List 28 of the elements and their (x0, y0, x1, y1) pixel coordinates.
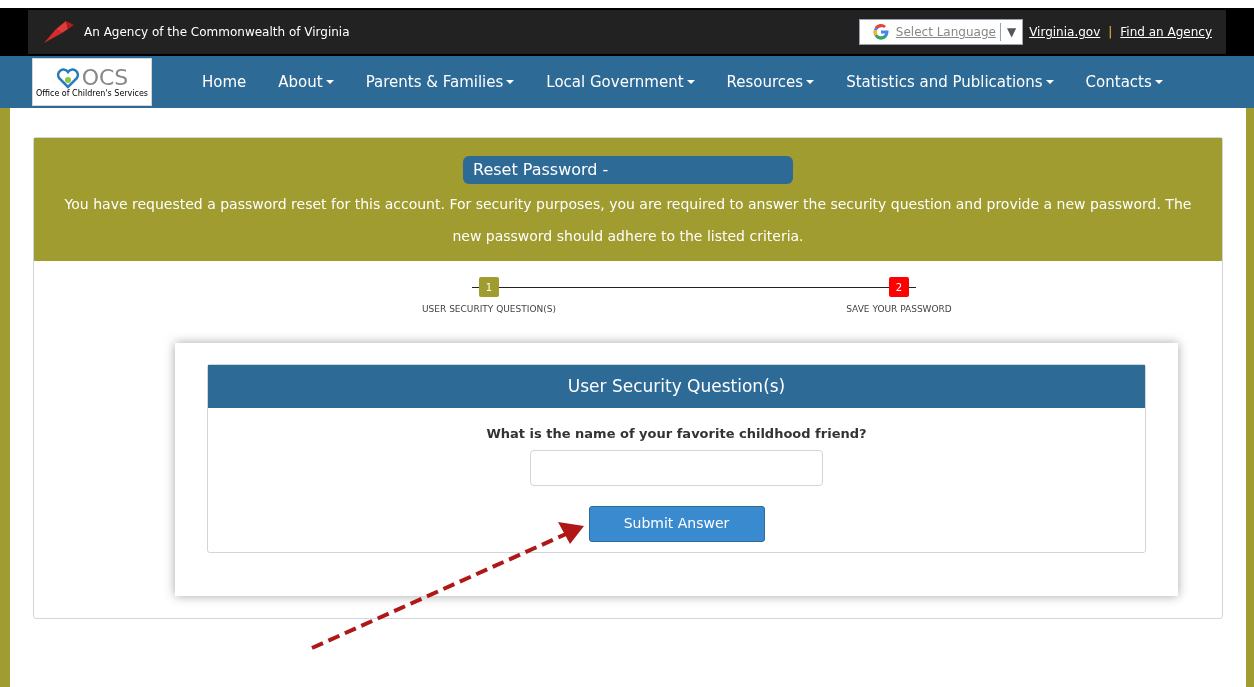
language-select[interactable]: Select Language ▼ (858, 19, 1024, 45)
nav-item[interactable]: Contacts (1069, 70, 1179, 94)
reset-message: You have requested a password reset for this account. For security purposes, you are required to answer the security question and provide a new password. The new password should adhere to the listed criteria. (63, 195, 1193, 246)
reset-title: Reset Password - (463, 156, 793, 184)
nav-item[interactable]: Local Government (530, 70, 711, 94)
nav-item[interactable]: Home (186, 70, 263, 94)
step-number: 2 (889, 277, 909, 297)
cardinal-icon (42, 19, 76, 45)
ocs-logo[interactable]: OCS Office of Children's Services (32, 58, 152, 106)
panel-title: User Security Question(s) (208, 365, 1145, 408)
find-agency-link[interactable]: Find an Agency (1120, 23, 1212, 41)
nav-item[interactable]: Parents & Families (349, 70, 531, 94)
question-text: What is the name of your favorite childhood friend? (486, 425, 867, 443)
logo-mark: OCS (81, 67, 129, 89)
answer-field[interactable] (530, 449, 823, 486)
virginia-gov-link[interactable]: Virginia.gov (1029, 23, 1101, 41)
google-icon (871, 23, 890, 41)
submit-answer-button[interactable]: Submit Answer (588, 505, 765, 542)
nav-item[interactable]: About (262, 70, 350, 94)
agency-text: An Agency of the Commonwealth of Virginia (84, 24, 350, 41)
link-separator: | (1107, 24, 1114, 41)
logo-caption: Office of Children's Services (35, 90, 149, 98)
nav-item[interactable]: Statistics and Publications (830, 70, 1070, 94)
step-label: USER SECURITY QUESTION(S) (422, 303, 556, 316)
step-number: 1 (479, 277, 499, 297)
heart-icon (55, 66, 80, 90)
step-label: SAVE YOUR PASSWORD (846, 303, 952, 316)
nav-item[interactable]: Resources (710, 70, 831, 94)
